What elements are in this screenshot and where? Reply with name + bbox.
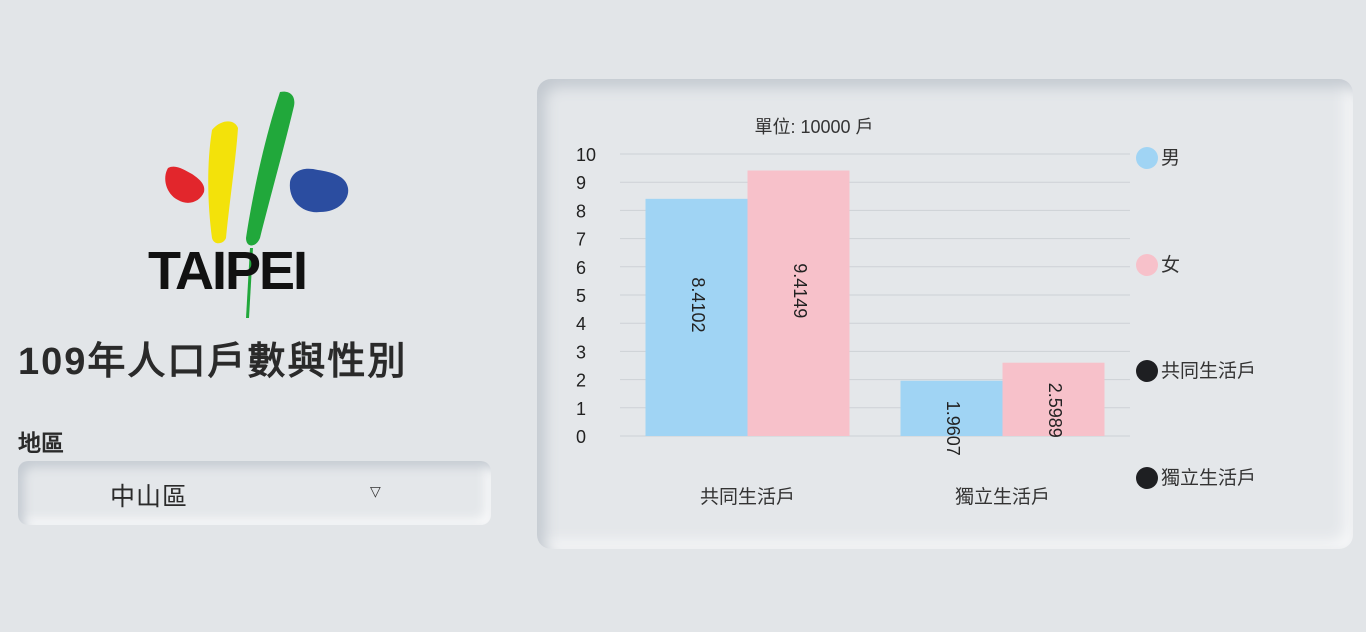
chevron-down-icon: ▽	[370, 483, 381, 499]
y-tick-label: 5	[576, 286, 586, 306]
taipei-logo-brushstrokes	[165, 91, 349, 246]
left-panel: TAIPEI 109年人口戶數與性別 地區 中山區 ▽	[0, 0, 520, 632]
y-tick-label: 3	[576, 342, 586, 362]
taipei-logo: TAIPEI	[140, 88, 370, 320]
y-tick-label: 6	[576, 258, 586, 278]
y-tick-label: 9	[576, 173, 586, 193]
y-tick-label: 10	[576, 145, 596, 165]
y-tick-label: 2	[576, 371, 586, 391]
x-category-label: 共同生活戶	[700, 486, 795, 508]
legend-swatch	[1136, 254, 1158, 276]
legend-swatch	[1136, 360, 1158, 382]
legend-item-label[interactable]: 獨立生活戶	[1161, 467, 1256, 489]
x-category-label: 獨立生活戶	[955, 486, 1050, 508]
district-label: 地區	[18, 430, 64, 456]
bar-value-label: 2.5989	[1045, 383, 1065, 438]
y-tick-label: 7	[576, 230, 586, 250]
legend-swatch	[1136, 467, 1158, 489]
page-title: 109年人口戶數與性別	[18, 341, 408, 383]
district-select[interactable]: 中山區 ▽	[18, 461, 491, 525]
bar-value-label: 8.4102	[688, 277, 708, 332]
y-tick-label: 8	[576, 201, 586, 221]
legend-item-label[interactable]: 共同生活戶	[1161, 360, 1256, 382]
y-tick-label: 4	[576, 314, 586, 334]
bar-value-label: 9.4149	[790, 263, 810, 318]
legend-item-label[interactable]: 女	[1161, 254, 1180, 276]
district-select-value: 中山區	[110, 483, 189, 511]
chart-title: 單位: 10000 戶	[754, 117, 873, 137]
legend-swatch	[1136, 147, 1158, 169]
bar-value-label: 1.9607	[943, 401, 963, 456]
legend-item-label[interactable]: 男	[1161, 148, 1180, 169]
chart-card: 0 1 2 3 4 5 6 7 8 9 10 8.4102 9.4149 共同生活戶 1.9607 2.59…	[537, 79, 1353, 549]
logo-text: TAIPEI	[148, 241, 308, 301]
bar-chart: 0 1 2 3 4 5 6 7 8 9 10 8.4102 9.4149 共同生活戶 1.9607 2.59…	[576, 117, 1256, 508]
y-tick-label: 0	[576, 427, 586, 447]
y-tick-label: 1	[576, 399, 586, 419]
